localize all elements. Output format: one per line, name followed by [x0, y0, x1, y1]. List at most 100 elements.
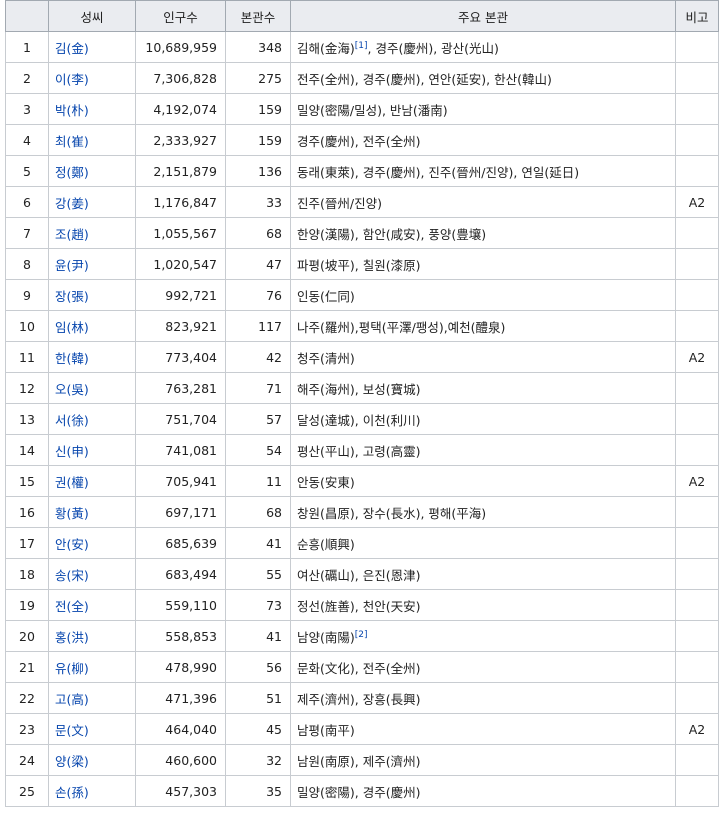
table-row: 7 조(趙) 1,055,567 68 한양(漢陽), 함안(咸安), 풍양(豊壤): [5, 217, 719, 249]
rank-cell: 16: [5, 496, 49, 528]
population-cell: 460,600: [135, 744, 226, 776]
header-population[interactable]: 인구수: [135, 0, 226, 32]
surname-link[interactable]: 임(林): [55, 320, 89, 335]
surname-link[interactable]: 최(崔): [55, 134, 89, 149]
table-row: 20 홍(洪) 558,853 41 남양(南陽)[2]: [5, 620, 719, 652]
table-row: 17 안(安) 685,639 41 순흥(順興): [5, 527, 719, 559]
header-clan-count[interactable]: 본관수: [225, 0, 291, 32]
reference-link[interactable]: [1]: [355, 40, 368, 50]
note-cell: [675, 527, 719, 559]
table-row: 2 이(李) 7,306,828 275 전주(全州), 경주(慶州), 연안(延安),…: [5, 62, 719, 94]
surname-link[interactable]: 손(孫): [55, 785, 89, 800]
main-clans-cell: 전주(全州), 경주(慶州), 연안(延安), 한산(韓山): [290, 62, 676, 94]
surname-link[interactable]: 강(姜): [55, 196, 89, 211]
table-row: 18 송(宋) 683,494 55 여산(礪山), 은진(恩津): [5, 558, 719, 590]
surname-cell: 임(林): [48, 310, 136, 342]
surname-cell: 유(柳): [48, 651, 136, 683]
surname-link[interactable]: 서(徐): [55, 413, 89, 428]
clan-count-cell: 71: [225, 372, 291, 404]
table-row: 3 박(朴) 4,192,074 159 밀양(密陽/밀성), 반남(潘南): [5, 93, 719, 125]
header-rank[interactable]: [5, 0, 49, 32]
surname-link[interactable]: 박(朴): [55, 103, 89, 118]
surname-link[interactable]: 송(宋): [55, 568, 89, 583]
rank-cell: 14: [5, 434, 49, 466]
note-cell: [675, 558, 719, 590]
surname-link[interactable]: 전(全): [55, 599, 89, 614]
note-cell: [675, 620, 719, 652]
table-header-row: 성씨 인구수 본관수 주요 본관 비고: [5, 0, 719, 32]
population-cell: 683,494: [135, 558, 226, 590]
main-clans-cell: 평산(平山), 고령(高靈): [290, 434, 676, 466]
population-cell: 10,689,959: [135, 31, 226, 63]
surname-cell: 이(李): [48, 62, 136, 94]
clan-count-cell: 68: [225, 496, 291, 528]
surname-link[interactable]: 고(高): [55, 692, 89, 707]
main-clans-text: 여산(礪山), 은진(恩津): [297, 567, 421, 583]
surname-cell: 안(安): [48, 527, 136, 559]
table-row: 11 한(韓) 773,404 42 청주(清州) A2: [5, 341, 719, 373]
surname-link[interactable]: 황(黃): [55, 506, 89, 521]
reference-link[interactable]: [2]: [355, 629, 368, 639]
table-row: 14 신(申) 741,081 54 평산(平山), 고령(高靈): [5, 434, 719, 466]
reference-sup: [1]: [355, 40, 368, 50]
surname-link[interactable]: 윤(尹): [55, 258, 89, 273]
surname-cell: 김(金): [48, 31, 136, 63]
main-clans-text: 진주(晉州/진양): [297, 195, 382, 211]
table-row: 15 권(權) 705,941 11 안동(安東) A2: [5, 465, 719, 497]
population-cell: 559,110: [135, 589, 226, 621]
surname-cell: 오(吳): [48, 372, 136, 404]
surname-link[interactable]: 안(安): [55, 537, 89, 552]
surname-cell: 전(全): [48, 589, 136, 621]
population-cell: 2,151,879: [135, 155, 226, 187]
main-clans-cell: 정선(旌善), 천안(天安): [290, 589, 676, 621]
note-cell: [675, 217, 719, 249]
rank-cell: 6: [5, 186, 49, 218]
table-row: 12 오(吳) 763,281 71 해주(海州), 보성(寶城): [5, 372, 719, 404]
surname-link[interactable]: 오(吳): [55, 382, 89, 397]
main-clans-text: 순흥(順興): [297, 536, 355, 552]
surname-cell: 신(申): [48, 434, 136, 466]
note-cell: [675, 434, 719, 466]
main-clans-cell: 남양(南陽)[2]: [290, 620, 676, 652]
surname-cell: 조(趙): [48, 217, 136, 249]
population-cell: 464,040: [135, 713, 226, 745]
surname-cell: 서(徐): [48, 403, 136, 435]
clan-count-cell: 73: [225, 589, 291, 621]
surname-link[interactable]: 이(李): [55, 72, 89, 87]
surname-link[interactable]: 장(張): [55, 289, 89, 304]
clan-count-cell: 117: [225, 310, 291, 342]
rank-cell: 12: [5, 372, 49, 404]
surname-link[interactable]: 신(申): [55, 444, 89, 459]
main-clans-text: 해주(海州), 보성(寶城): [297, 381, 421, 397]
population-cell: 2,333,927: [135, 124, 226, 156]
surname-link[interactable]: 문(文): [55, 723, 89, 738]
note-cell: [675, 279, 719, 311]
surname-link[interactable]: 권(權): [55, 475, 89, 490]
header-note[interactable]: 비고: [675, 0, 719, 32]
surname-link[interactable]: 양(梁): [55, 754, 89, 769]
surname-link[interactable]: 한(韓): [55, 351, 89, 366]
surname-link[interactable]: 정(鄭): [55, 165, 89, 180]
clan-count-cell: 136: [225, 155, 291, 187]
surname-link[interactable]: 조(趙): [55, 227, 89, 242]
surname-cell: 강(姜): [48, 186, 136, 218]
surname-cell: 권(權): [48, 465, 136, 497]
main-clans-text: 전주(全州), 경주(慶州), 연안(延安), 한산(韓山): [297, 71, 552, 87]
main-clans-cell: 밀양(密陽), 경주(慶州): [290, 775, 676, 807]
main-clans-cell: 김해(金海)[1], 경주(慶州), 광산(光山): [290, 31, 676, 63]
main-clans-text: 제주(濟州), 장흥(長興): [297, 691, 421, 707]
note-cell: [675, 372, 719, 404]
clan-count-cell: 159: [225, 124, 291, 156]
table-row: 24 양(梁) 460,600 32 남원(南原), 제주(濟州): [5, 744, 719, 776]
header-surname[interactable]: 성씨: [48, 0, 136, 32]
surname-link[interactable]: 유(柳): [55, 661, 89, 676]
surname-link[interactable]: 홍(洪): [55, 630, 89, 645]
surname-cell: 홍(洪): [48, 620, 136, 652]
header-main-clans[interactable]: 주요 본관: [290, 0, 676, 32]
rank-cell: 23: [5, 713, 49, 745]
table-row: 9 장(張) 992,721 76 인동(仁同): [5, 279, 719, 311]
surname-link[interactable]: 김(金): [55, 41, 89, 56]
surname-cell: 장(張): [48, 279, 136, 311]
main-clans-text: 밀양(密陽), 경주(慶州): [297, 784, 421, 800]
clan-count-cell: 159: [225, 93, 291, 125]
